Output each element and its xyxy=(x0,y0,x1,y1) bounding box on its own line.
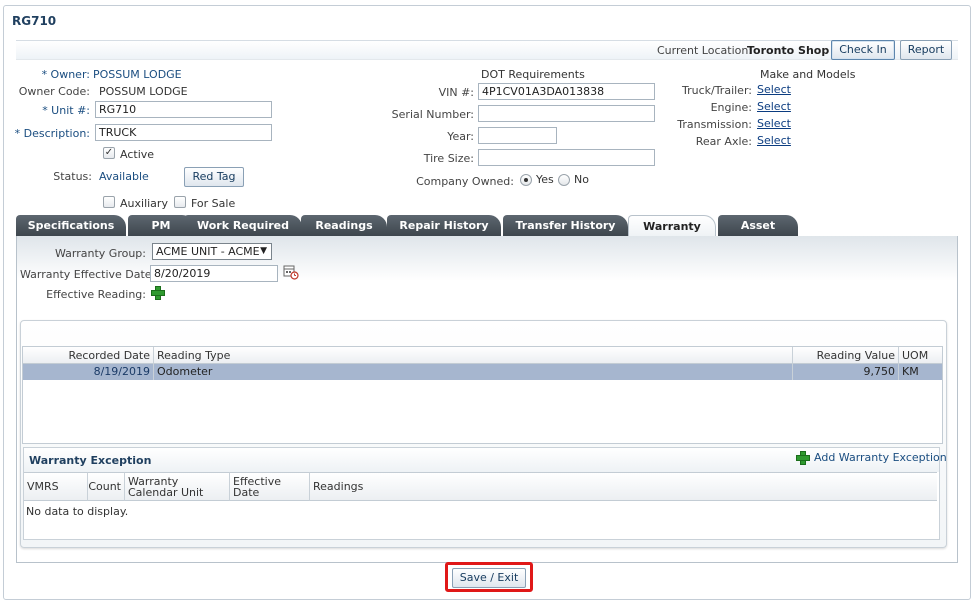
red-tag-button[interactable]: Red Tag xyxy=(184,167,244,187)
warranty-group-label: Warranty Group: xyxy=(55,247,146,260)
engine-label: Engine: xyxy=(710,101,752,114)
column-header-warranty-calendar-unit[interactable]: Warranty Calendar Unit xyxy=(125,472,230,501)
tab-work-required[interactable]: Work Required xyxy=(184,215,302,236)
rear-axle-label: Rear Axle: xyxy=(695,135,752,148)
cell-reading-type: Odometer xyxy=(154,364,793,380)
tab-asset[interactable]: Asset xyxy=(718,215,798,236)
calendar-icon[interactable] xyxy=(283,264,299,280)
warranty-exception-section: Warranty Exception Add Warranty Exceptio… xyxy=(23,447,947,540)
column-header-vmrs[interactable]: VMRS xyxy=(24,472,88,501)
owner-value: POSSUM LODGE xyxy=(93,68,182,81)
warranty-effective-date-label: Warranty Effective Date: xyxy=(20,268,156,281)
column-header-count[interactable]: Count xyxy=(88,472,125,501)
cell-reading-value: 9,750 xyxy=(793,364,899,380)
tire-size-input[interactable] xyxy=(478,149,655,166)
vin-label: VIN #: xyxy=(438,86,474,99)
readings-table: Recorded Date Reading Type Reading Value… xyxy=(22,346,943,444)
for-sale-label: For Sale xyxy=(191,197,236,210)
auxiliary-label: Auxiliary xyxy=(120,197,168,210)
warranty-group-select[interactable]: ACME UNIT - ACME ▼ xyxy=(152,243,272,260)
status-value: Available xyxy=(99,170,149,183)
tire-size-label: Tire Size: xyxy=(423,152,474,165)
auxiliary-checkbox[interactable] xyxy=(103,196,115,208)
tab-readings[interactable]: Readings xyxy=(301,215,387,236)
active-label: Active xyxy=(120,148,155,161)
company-owned-no-radio[interactable] xyxy=(558,174,570,186)
column-header-readings[interactable]: Readings xyxy=(310,472,937,501)
cell-recorded-date: 8/19/2019 xyxy=(23,364,154,380)
warranty-effective-date-input[interactable]: 8/20/2019 xyxy=(150,265,278,282)
check-in-button[interactable]: Check In xyxy=(831,40,895,60)
unit-number-label: * Unit #: xyxy=(42,104,90,117)
company-owned-yes-radio[interactable] xyxy=(520,174,532,186)
company-owned-label: Company Owned: xyxy=(416,175,514,188)
owner-code-label: Owner Code: xyxy=(18,85,90,98)
page-title: RG710 xyxy=(12,14,57,28)
for-sale-checkbox[interactable] xyxy=(174,196,186,208)
active-checkbox[interactable]: ✓ xyxy=(103,147,115,159)
column-header-recorded-date[interactable]: Recorded Date xyxy=(23,347,154,364)
tab-repair-history[interactable]: Repair History xyxy=(387,215,501,236)
empty-table-message: No data to display. xyxy=(26,505,129,518)
column-header-effective-date[interactable]: Effective Date xyxy=(230,472,310,501)
tab-warranty[interactable]: Warranty xyxy=(628,215,716,237)
transmission-select-link[interactable]: Select xyxy=(757,117,791,130)
description-input[interactable]: TRUCK xyxy=(95,124,272,141)
warranty-exception-title: Warranty Exception xyxy=(29,454,152,467)
column-header-reading-type[interactable]: Reading Type xyxy=(154,347,793,364)
tab-specifications[interactable]: Specifications xyxy=(16,215,126,236)
company-owned-yes-label: Yes xyxy=(536,173,554,186)
engine-select-link[interactable]: Select xyxy=(757,100,791,113)
serial-number-label: Serial Number: xyxy=(391,108,474,121)
transmission-label: Transmission: xyxy=(677,118,752,131)
add-warranty-exception-icon[interactable] xyxy=(796,451,810,465)
serial-number-input[interactable] xyxy=(478,105,655,122)
save-exit-button[interactable]: Save / Exit xyxy=(452,568,526,588)
column-header-uom[interactable]: UOM xyxy=(899,347,942,364)
dot-heading: DOT Requirements xyxy=(481,68,585,81)
current-location-value: Toronto Shop xyxy=(747,44,830,57)
cell-uom: KM xyxy=(902,365,919,378)
table-row[interactable]: 8/19/2019 Odometer 9,750 KM xyxy=(23,364,942,380)
effective-reading-label: Effective Reading: xyxy=(46,288,146,301)
vin-input[interactable]: 4P1CV01A3DA013838 xyxy=(478,83,655,100)
tab-transfer-history[interactable]: Transfer History xyxy=(503,215,628,236)
truck-trailer-label: Truck/Trailer: xyxy=(681,84,752,97)
add-reading-icon[interactable] xyxy=(151,286,165,300)
unit-number-input[interactable]: RG710 xyxy=(95,101,272,118)
rear-axle-select-link[interactable]: Select xyxy=(757,134,791,147)
report-button[interactable]: Report xyxy=(900,40,952,60)
add-warranty-exception-link[interactable]: Add Warranty Exception xyxy=(814,451,947,464)
year-input[interactable] xyxy=(478,127,557,144)
make-models-heading: Make and Models xyxy=(760,68,856,81)
warranty-group-value: ACME UNIT - ACME xyxy=(156,245,260,258)
owner-code-value: POSSUM LODGE xyxy=(99,85,188,98)
current-location-label: Current Location: xyxy=(657,44,753,57)
dropdown-arrow-icon: ▼ xyxy=(260,246,267,256)
owner-label: * Owner: xyxy=(41,68,90,81)
company-owned-no-label: No xyxy=(574,173,589,186)
description-label: * Description: xyxy=(14,127,90,140)
column-header-reading-value[interactable]: Reading Value xyxy=(793,347,899,364)
year-label: Year: xyxy=(447,130,474,143)
status-label: Status: xyxy=(53,170,92,183)
tab-bar: Specifications PM Work Required Readings… xyxy=(16,215,958,237)
truck-trailer-select-link[interactable]: Select xyxy=(757,83,791,96)
